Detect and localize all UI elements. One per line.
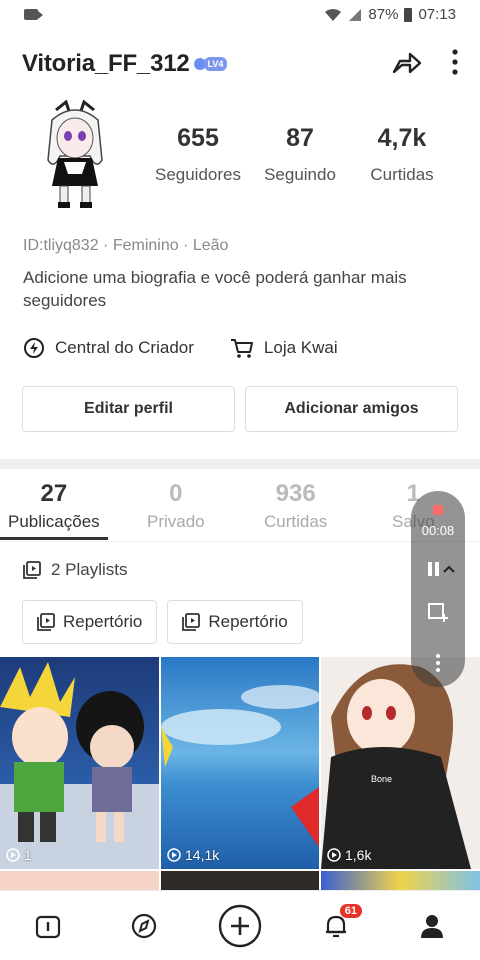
level-label: LV4 <box>203 57 228 71</box>
edit-profile-button[interactable]: Editar perfil <box>22 386 235 432</box>
nav-profile[interactable] <box>408 902 456 950</box>
share-icon[interactable] <box>390 48 422 76</box>
stat-likes[interactable]: 4,7k Curtidas <box>354 124 450 185</box>
view-count-value: 1 <box>24 847 32 863</box>
playlist-icon <box>37 613 55 631</box>
tab-publications-count: 27 <box>40 480 68 507</box>
add-friends-button[interactable]: Adicionar amigos <box>245 386 458 432</box>
profile-stats: 655 Seguidores 87 Seguindo 4,7k Curtidas <box>150 124 450 185</box>
view-count: 1 <box>6 847 32 863</box>
content-tabs: 27 Publicações 0 Privado 936 Curtidas 1 … <box>0 480 480 542</box>
kwai-shop-label: Loja Kwai <box>263 338 338 357</box>
compass-icon <box>131 913 157 938</box>
section-divider <box>0 459 480 469</box>
wifi-icon <box>325 8 342 21</box>
followers-label: Seguidores <box>154 165 241 184</box>
play-icon <box>327 848 341 862</box>
profile-page: 87% 07:13 Vitoria_FF_312 LV4 655 Seguido… <box>0 0 480 960</box>
bottom-navigation: 61 <box>0 890 480 960</box>
screen-recorder-widget[interactable]: 00:08 <box>411 491 465 687</box>
add-icon <box>218 904 262 947</box>
kwai-shop-link[interactable]: Loja Kwai <box>230 337 338 359</box>
playlists-header[interactable]: 2 Playlists <box>23 560 128 580</box>
tab-likes-count: 936 <box>275 480 316 507</box>
followers-count: 655 <box>177 124 219 152</box>
profile-links: Central do Criador Loja Kwai <box>23 337 338 359</box>
tab-publications-label: Publicações <box>8 512 100 531</box>
view-count-value: 14,1k <box>185 847 220 863</box>
tab-likes[interactable]: 936 Curtidas <box>264 480 327 532</box>
video-tile[interactable]: 14,1k <box>161 657 319 869</box>
playlist-chip[interactable]: Repertório <box>22 600 158 644</box>
playlist-chip[interactable]: Repertório <box>167 600 303 644</box>
avatar[interactable] <box>26 99 124 212</box>
notification-badge: 61 <box>339 903 362 918</box>
profile-icon <box>421 914 443 938</box>
profile-bio[interactable]: Adicione uma biografia e você poderá gan… <box>23 266 463 312</box>
tab-private[interactable]: 0 Privado <box>147 480 205 532</box>
play-icon <box>167 848 181 862</box>
playlist-icon <box>182 613 201 631</box>
view-count-value: 1,6k <box>345 847 372 863</box>
signal-icon <box>349 8 362 21</box>
following-count: 87 <box>286 124 314 152</box>
stat-following[interactable]: 87 Seguindo <box>252 124 348 185</box>
profile-meta: ID:tliyq832 · Feminino · Leão <box>23 237 229 254</box>
playlist-chip-label: Repertório <box>63 612 143 631</box>
nav-notifications[interactable]: 61 <box>312 902 362 950</box>
following-label: Seguindo <box>264 165 336 184</box>
battery-percent: 87% <box>368 6 399 23</box>
home-icon <box>35 915 61 938</box>
battery-icon <box>404 7 413 22</box>
stop-record-icon[interactable] <box>433 505 443 515</box>
more-options-icon[interactable] <box>435 653 441 673</box>
playlist-icon <box>23 561 41 579</box>
screen-record-icon <box>24 9 43 20</box>
likes-label: Curtidas <box>370 165 434 184</box>
tab-private-count: 0 <box>169 480 183 507</box>
profile-actions: Editar perfil Adicionar amigos <box>22 386 458 432</box>
tab-publications[interactable]: 27 Publicações <box>0 480 108 540</box>
play-icon <box>6 848 20 862</box>
playlist-chip-label: Repertório <box>208 612 288 631</box>
stat-followers[interactable]: 655 Seguidores <box>150 124 246 185</box>
likes-count: 4,7k <box>377 124 427 152</box>
level-badge[interactable]: LV4 <box>193 57 228 71</box>
playlists-title: 2 Playlists <box>51 560 128 579</box>
tab-likes-label: Curtidas <box>264 512 328 531</box>
view-count: 14,1k <box>167 847 219 863</box>
tab-private-label: Privado <box>147 512 205 531</box>
screenshot-add-icon[interactable] <box>427 602 449 624</box>
profile-header: Vitoria_FF_312 LV4 <box>22 44 458 84</box>
recording-time: 00:08 <box>421 523 455 538</box>
more-options-icon[interactable] <box>452 49 458 75</box>
clock: 07:13 <box>418 6 456 23</box>
video-tile[interactable]: 1 <box>0 657 159 869</box>
svg-text:Bone: Bone <box>371 774 392 784</box>
nav-home[interactable] <box>24 902 72 950</box>
video-tile[interactable]: Bone 1,6k <box>321 657 480 869</box>
creator-center-label: Central do Criador <box>55 338 194 357</box>
status-bar: 87% 07:13 <box>0 0 480 30</box>
nav-create[interactable] <box>216 902 264 950</box>
username: Vitoria_FF_312 <box>22 50 190 77</box>
nav-discover[interactable] <box>120 902 168 950</box>
view-count: 1,6k <box>327 847 371 863</box>
creator-center-link[interactable]: Central do Criador <box>23 337 194 359</box>
pause-icon[interactable] <box>420 560 456 580</box>
cart-icon <box>230 339 253 358</box>
lightning-icon <box>24 338 44 358</box>
playlist-chips: Repertório Repertório <box>22 600 303 644</box>
